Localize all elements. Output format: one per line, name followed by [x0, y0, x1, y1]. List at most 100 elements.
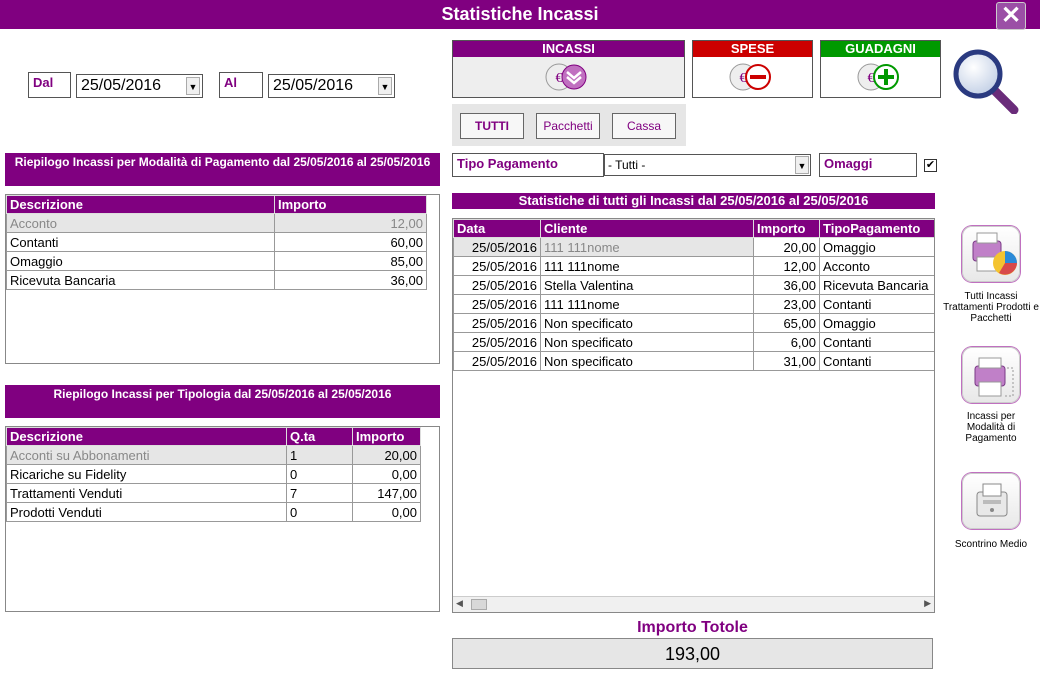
cell: 36,00 [753, 275, 820, 295]
column-header[interactable]: Descrizione [6, 195, 275, 214]
cell: 12,00 [753, 256, 820, 276]
cell: 0,00 [352, 464, 421, 484]
cell: 36,00 [274, 270, 427, 290]
cell: 111 111nome [540, 256, 754, 276]
to-label: Al [219, 72, 263, 98]
omaggi-checkbox[interactable]: ✔ [924, 159, 937, 172]
table-row[interactable]: 25/05/2016 111 111nome 20,00 Omaggio [453, 237, 934, 257]
cell: 85,00 [274, 251, 427, 271]
riepilogo-tipologia-title: Riepilogo Incassi per Tipologia dal 25/0… [5, 385, 440, 418]
cell: Trattamenti Venduti [6, 483, 287, 503]
cell: 0 [286, 464, 353, 484]
cell: Contanti [6, 232, 275, 252]
spese-button[interactable]: SPESE € [692, 40, 813, 98]
spese-label: SPESE [693, 41, 812, 57]
cell: 6,00 [753, 332, 820, 352]
filter-cassa-button[interactable]: Cassa [612, 113, 676, 139]
table-row[interactable]: Contanti 60,00 [6, 232, 427, 252]
cell: Contanti [819, 294, 934, 314]
filter-tutti-button[interactable]: TUTTI [460, 113, 524, 139]
report-modalita-label: Incassi per Modalità di Pagamento [965, 411, 1017, 444]
cell: 20,00 [753, 237, 820, 257]
column-header[interactable]: Cliente [540, 219, 754, 238]
cell: 31,00 [753, 351, 820, 371]
filter-panel: TUTTI Pacchetti Cassa [452, 104, 686, 146]
scroll-right-icon[interactable]: ▶ [924, 598, 931, 609]
table-row[interactable]: Acconti su Abbonamenti 1 20,00 [6, 445, 421, 465]
column-header[interactable]: Importo [352, 427, 421, 446]
cell: 60,00 [274, 232, 427, 252]
tipo-pagamento-select[interactable]: - Tutti - ▼ [604, 154, 811, 176]
cell: 25/05/2016 [453, 332, 541, 352]
tipo-pagamento-label: Tipo Pagamento [452, 153, 604, 177]
report-tutti-button[interactable] [962, 226, 1020, 282]
cell: Prodotti Venduti [6, 502, 287, 522]
cell: 111 111nome [540, 237, 754, 257]
chevron-down-icon[interactable]: ▼ [186, 77, 200, 95]
guadagni-button[interactable]: GUADAGNI € [820, 40, 941, 98]
cell: 20,00 [352, 445, 421, 465]
cell: 25/05/2016 [453, 237, 541, 257]
cell: 111 111nome [540, 294, 754, 314]
close-icon: ✕ [1000, 2, 1022, 29]
table-row[interactable]: Acconto 12,00 [6, 213, 427, 233]
column-header[interactable]: Importo [753, 219, 820, 238]
cell: Ricariche su Fidelity [6, 464, 287, 484]
cell: 12,00 [274, 213, 427, 233]
column-header[interactable]: Data [453, 219, 541, 238]
filter-pacchetti-button[interactable]: Pacchetti [536, 113, 600, 139]
close-button[interactable]: ✕ [996, 2, 1026, 30]
search-icon[interactable] [952, 48, 1020, 114]
riepilogo-modalita-table[interactable]: Descrizione Importo Acconto 12,00 Contant… [5, 194, 440, 364]
to-date-picker[interactable]: 25/05/2016 ▼ [268, 74, 395, 98]
cell: 7 [286, 483, 353, 503]
printer-chart-icon [972, 232, 1017, 275]
cell: 25/05/2016 [453, 275, 541, 295]
table-row[interactable]: Trattamenti Venduti 7 147,00 [6, 483, 421, 503]
table-row[interactable]: 25/05/2016 Stella Valentina 36,00 Ricevuta … [453, 275, 934, 295]
cell: Omaggio [819, 313, 934, 333]
table-row[interactable]: 25/05/2016 Non specificato 65,00 Omaggio [453, 313, 934, 333]
horizontal-scrollbar[interactable]: ◀ ▶ [453, 596, 934, 612]
cell: Non specificato [540, 351, 754, 371]
tipo-pagamento-value: - Tutti - [608, 158, 646, 172]
column-header[interactable]: Importo [274, 195, 427, 214]
scroll-left-icon[interactable]: ◀ [456, 598, 463, 609]
cell: Omaggio [6, 251, 275, 271]
cell: Stella Valentina [540, 275, 754, 295]
column-header[interactable]: Q.ta [286, 427, 353, 446]
table-row[interactable]: 25/05/2016 Non specificato 31,00 Contanti [453, 351, 934, 371]
riepilogo-tipologia-table[interactable]: Descrizione Q.ta Importo Acconti su Abbo… [5, 426, 440, 612]
report-tutti-label: Tutti Incassi Trattamenti Prodotti e Pac… [943, 291, 1039, 324]
incassi-button[interactable]: INCASSI € [452, 40, 685, 98]
report-modalita-button[interactable] [962, 347, 1020, 403]
column-header[interactable]: TipoPagamento [819, 219, 934, 238]
cell: Contanti [819, 351, 934, 371]
table-row[interactable]: Ricevuta Bancaria 36,00 [6, 270, 427, 290]
chevron-down-icon[interactable]: ▼ [378, 77, 392, 95]
cell: Acconti su Abbonamenti [6, 445, 287, 465]
printer-icon [974, 357, 1014, 397]
scrollbar-thumb[interactable] [471, 599, 487, 610]
statistiche-table[interactable]: Data Cliente Importo TipoPagamento 25/05… [452, 218, 935, 613]
table-row[interactable]: 25/05/2016 111 111nome 23,00 Contanti [453, 294, 934, 314]
minus-icon: € [729, 63, 771, 91]
cell: 0 [286, 502, 353, 522]
table-row[interactable]: Omaggio 85,00 [6, 251, 427, 271]
from-date-value: 25/05/2016 [81, 77, 162, 94]
chevron-down-icon[interactable]: ▼ [795, 156, 809, 174]
table-row[interactable]: Ricariche su Fidelity 0 0,00 [6, 464, 421, 484]
cell: 25/05/2016 [453, 351, 541, 371]
guadagni-label: GUADAGNI [821, 41, 940, 57]
from-date-picker[interactable]: 25/05/2016 ▼ [76, 74, 203, 98]
column-header[interactable]: Descrizione [6, 427, 287, 446]
table-row[interactable]: Prodotti Venduti 0 0,00 [6, 502, 421, 522]
scontrino-medio-button[interactable] [962, 473, 1020, 529]
table-row[interactable]: 25/05/2016 111 111nome 12,00 Acconto [453, 256, 934, 276]
cell: 65,00 [753, 313, 820, 333]
table-row[interactable]: 25/05/2016 Non specificato 6,00 Contanti [453, 332, 934, 352]
cell: Ricevuta Bancaria [6, 270, 275, 290]
cell: Non specificato [540, 313, 754, 333]
incassi-label: INCASSI [453, 41, 684, 57]
window-title: Statistiche Incassi [0, 0, 1040, 29]
